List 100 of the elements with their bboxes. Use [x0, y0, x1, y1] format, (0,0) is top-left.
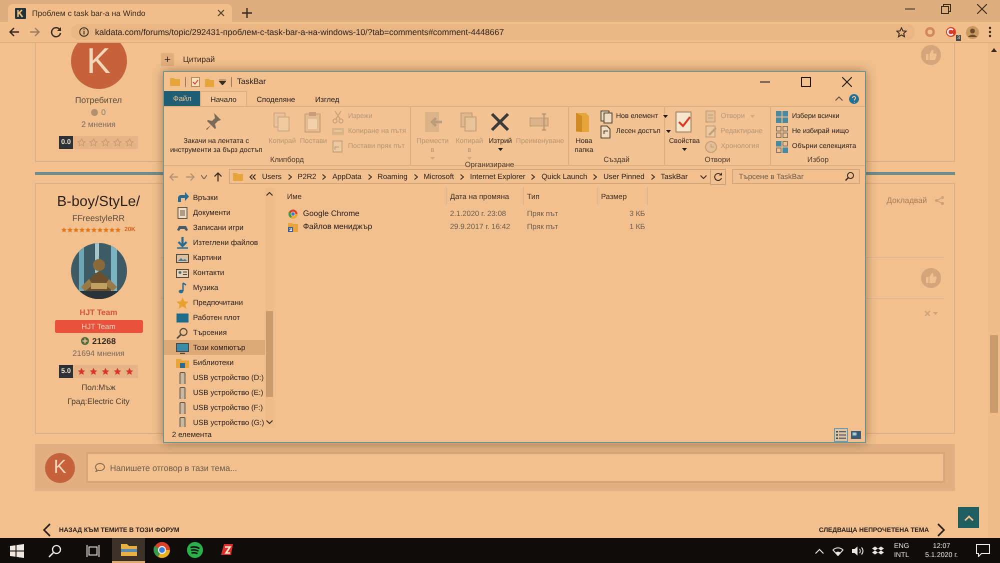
chevron-right-icon	[414, 174, 418, 180]
caret-down-icon	[466, 157, 472, 160]
caret-down-icon	[663, 115, 668, 118]
quote-link[interactable]: Цитирай	[183, 55, 215, 64]
menu-icon[interactable]	[988, 26, 992, 38]
caret-up-icon	[964, 514, 974, 520]
caret-down-icon	[750, 115, 755, 118]
scroll-down-icon	[266, 420, 273, 424]
collapse-ribbon-icon[interactable]	[835, 96, 843, 101]
contact-card-icon	[176, 266, 189, 278]
bookmark-star-icon[interactable]	[896, 26, 907, 38]
tab-title: Проблем с task bar-а на Windo	[32, 8, 146, 18]
scrollbar[interactable]	[988, 43, 1000, 538]
reload-icon[interactable]	[50, 26, 62, 38]
file-name: Файлов мениджър	[303, 222, 372, 231]
star-icon	[176, 296, 189, 308]
view-button[interactable]	[834, 428, 848, 442]
shortcut-icon	[330, 140, 345, 154]
scrollbar[interactable]	[265, 187, 274, 427]
star-icon	[101, 138, 110, 147]
close-icon[interactable]	[217, 9, 225, 17]
plus-circle-icon	[81, 337, 90, 345]
scroll-up-icon	[266, 192, 273, 196]
user-title: FFreestyleRR	[72, 213, 125, 223]
star-icon	[113, 367, 122, 376]
star-icon	[89, 138, 98, 147]
user-group: HJT Team	[80, 308, 118, 317]
speech-bubble-icon	[95, 463, 105, 472]
user-city: Град:Electric City	[68, 397, 130, 406]
star-icon	[77, 367, 86, 376]
chevron-right-icon	[531, 174, 536, 180]
chevron-left-icon	[43, 523, 51, 537]
star-icon	[125, 367, 134, 376]
details-view-icon	[835, 428, 847, 440]
back-icon[interactable]	[8, 26, 20, 38]
up-arrow-icon[interactable]	[213, 172, 223, 182]
avatar: K	[45, 452, 75, 482]
star-icon	[101, 367, 110, 376]
star-icon	[125, 138, 134, 147]
caret-down-icon[interactable]	[219, 78, 226, 84]
select-none-icon	[775, 124, 789, 138]
thumbs-up-icon[interactable]	[921, 45, 941, 65]
site-logo-icon	[15, 8, 26, 18]
help-icon[interactable]	[849, 94, 859, 104]
multiquote-button[interactable]: +	[161, 53, 174, 66]
thumbs-up-icon[interactable]	[921, 268, 941, 288]
extension-icon[interactable]	[945, 26, 957, 38]
caret-down-icon	[666, 130, 671, 133]
desktop-icon	[176, 312, 189, 324]
scroll-up-icon	[991, 48, 997, 52]
search-icon	[845, 172, 854, 181]
monitor-icon	[176, 342, 189, 354]
large-icons-view-icon	[850, 428, 862, 440]
picture-frame-icon	[176, 252, 189, 264]
scrollbar-thumb[interactable]	[266, 311, 273, 397]
document-icon	[176, 206, 189, 218]
delete-icon	[489, 111, 512, 133]
browser-tab[interactable]: Проблем с task bar-а на Windo	[8, 4, 232, 22]
chrome-icon	[152, 540, 170, 558]
username[interactable]: B-boy/StyLe/	[56, 194, 140, 210]
history-icon	[704, 140, 718, 154]
folder-shortcut-icon	[288, 222, 298, 232]
properties-icon[interactable]	[191, 76, 200, 86]
window-title: TaskBar	[237, 77, 266, 86]
overflow-chevron-icon[interactable]	[249, 174, 256, 180]
caret-down-icon	[682, 148, 687, 151]
avatar: K	[70, 43, 126, 89]
invert-selection-icon	[775, 140, 789, 154]
music-app-icon	[186, 540, 204, 558]
music-note-icon	[176, 282, 189, 294]
folder-icon	[170, 77, 180, 86]
new-tab-icon[interactable]	[242, 8, 252, 18]
library-folder-icon	[176, 356, 189, 368]
reply-field[interactable]: Напишете отговор в тази тема...	[86, 452, 945, 483]
chevron-right-icon	[650, 174, 655, 180]
chevron-right-icon	[288, 174, 292, 180]
caret-down-icon	[498, 148, 503, 151]
info-icon	[79, 27, 89, 37]
reputation-count: 21268	[92, 336, 116, 346]
edit-icon	[704, 124, 718, 138]
refresh-icon[interactable]	[710, 168, 726, 184]
chrome-icon	[288, 208, 298, 218]
user-gender: Пол:Мъж	[82, 383, 116, 392]
new-item-icon	[599, 110, 613, 124]
file-name: Google Chrome	[303, 209, 360, 218]
taskbar-app[interactable]	[112, 538, 145, 563]
chevron-right-icon	[460, 174, 464, 180]
post-count: 2 мнения	[81, 120, 116, 129]
address-bar[interactable]: kaldata.com/forums/topic/292431-проблем-с-task-bar-а-на-windows-10/?tab=comments#comment-4448667	[71, 24, 915, 40]
scroll-to-top-button[interactable]	[958, 507, 979, 528]
chevron-right-icon	[322, 174, 326, 180]
link-arrow-icon	[176, 192, 189, 204]
scrollbar-thumb[interactable]	[990, 335, 998, 413]
easy-access-icon	[599, 124, 613, 138]
post-count: 21694 мнения	[72, 349, 125, 358]
caret-down-icon	[430, 157, 436, 160]
user-title: Потребител	[75, 95, 122, 105]
caret-down-icon[interactable]	[700, 174, 707, 178]
url-text: kaldata.com/forums/topic/292431-проблем-с-task-bar-а-на-windows-10/?tab=comments#comment-4448667	[95, 27, 504, 37]
avatar-icon[interactable]	[966, 26, 979, 38]
